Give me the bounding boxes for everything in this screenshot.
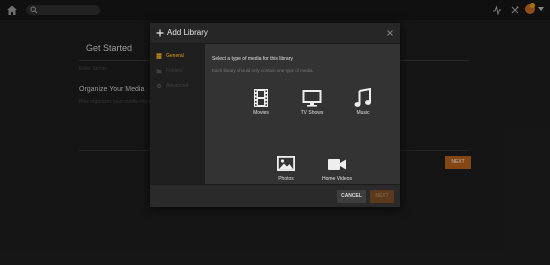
- media-type-prompt: Select a type of media for this library: [212, 56, 293, 62]
- sidebar-item-label: Advanced: [166, 83, 189, 89]
- sidebar-item-label: Folders: [166, 68, 183, 74]
- dialog-title: Add Library: [167, 28, 208, 37]
- cancel-button[interactable]: CANCEL: [337, 190, 366, 203]
- gear-icon: [156, 83, 162, 89]
- next-button[interactable]: NEXT: [370, 190, 394, 203]
- video-camera-icon: [328, 159, 346, 170]
- folder-icon: [156, 69, 162, 74]
- media-type-note: Each library should only contain one typ…: [212, 68, 314, 73]
- media-type-movies[interactable]: Movies: [243, 88, 279, 124]
- close-icon[interactable]: [387, 30, 393, 36]
- sidebar-item-general[interactable]: General: [150, 50, 205, 62]
- music-note-icon: [354, 88, 371, 107]
- dialog-sidebar: General Folders Advanced: [150, 44, 205, 184]
- add-library-dialog: Add Library General Folders Advanced Sel…: [150, 23, 400, 207]
- media-type-label: Home Videos: [322, 176, 352, 182]
- media-type-tv-shows[interactable]: TV Shows: [294, 88, 330, 124]
- dialog-header: Add Library: [150, 23, 400, 44]
- photo-icon: [277, 156, 295, 171]
- library-icon: [156, 53, 162, 59]
- media-type-panel: Select a type of media for this library …: [205, 44, 400, 184]
- media-type-label: Music: [356, 110, 370, 116]
- sidebar-item-label: General: [166, 53, 184, 59]
- plus-icon: [156, 29, 164, 37]
- sidebar-item-advanced[interactable]: Advanced: [150, 80, 205, 92]
- tv-icon: [302, 90, 322, 107]
- dialog-footer: CANCEL NEXT: [150, 184, 400, 207]
- media-type-label: TV Shows: [300, 110, 324, 116]
- sidebar-item-folders[interactable]: Folders: [150, 65, 205, 77]
- film-icon: [254, 89, 268, 107]
- media-type-label: Photos: [278, 176, 294, 182]
- media-type-label: Movies: [253, 110, 269, 116]
- media-type-music[interactable]: Music: [345, 88, 381, 124]
- app-root: Get Started Enter Server Organize Your M…: [0, 0, 550, 265]
